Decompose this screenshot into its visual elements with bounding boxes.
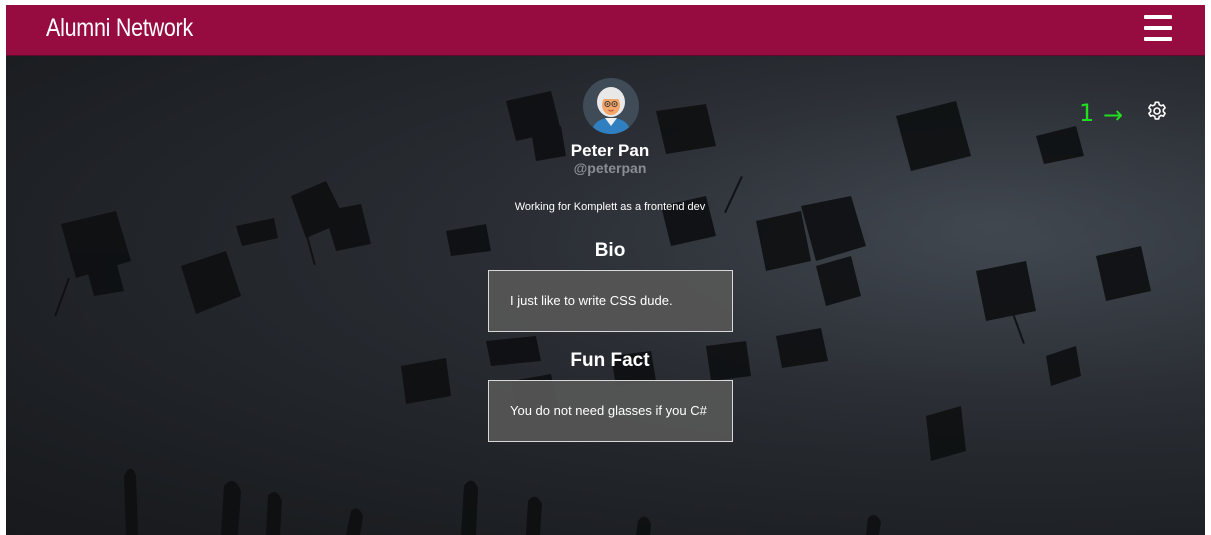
gear-icon[interactable] bbox=[1145, 99, 1169, 123]
arrow-right-icon: → bbox=[1103, 101, 1124, 129]
hero-background: 1 → Peter Pan @peterpan Working for Komp… bbox=[6, 56, 1205, 535]
fun-fact-box: You do not need glasses if you C# bbox=[488, 380, 733, 442]
navbar: Alumni Network bbox=[6, 5, 1205, 56]
app-frame: Alumni Network 1 → Peter Pan @peterpan W… bbox=[6, 5, 1205, 535]
bio-box: I just like to write CSS dude. bbox=[488, 270, 733, 332]
bio-heading: Bio bbox=[594, 240, 626, 261]
avatar-icon[interactable] bbox=[583, 78, 639, 134]
profile-name: Peter Pan bbox=[570, 141, 650, 160]
hamburger-menu-icon[interactable] bbox=[1144, 15, 1172, 42]
brand-title[interactable]: Alumni Network bbox=[46, 14, 193, 43]
profile-username: @peterpan bbox=[573, 160, 647, 176]
notification-count: 1 bbox=[1079, 99, 1095, 127]
profile-tagline: Working for Komplett as a frontend dev bbox=[514, 201, 706, 213]
fun-fact-heading: Fun Fact bbox=[570, 350, 650, 371]
